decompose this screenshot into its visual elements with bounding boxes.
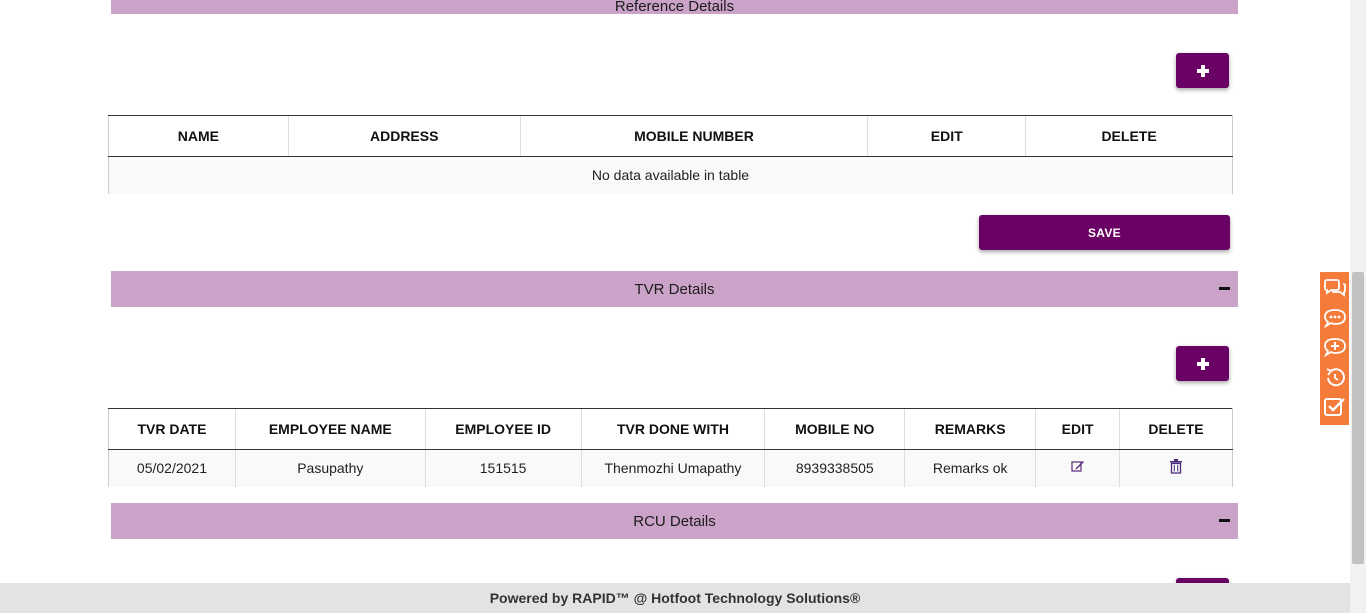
column-header-employee-name[interactable]: EMPLOYEE NAME [234,408,426,450]
column-header-name[interactable]: NAME [108,115,289,157]
cell-mobile-no: 8939338505 [764,449,905,487]
empty-table-message: No data available in table [108,156,1233,194]
reference-section-header[interactable]: Reference Details [111,0,1238,15]
cell-employee-name: Pasupathy [234,449,426,487]
column-header-delete[interactable]: DELETE [1119,408,1233,450]
cell-employee-id: 151515 [424,449,582,487]
column-header-mobile-no[interactable]: MOBILE NO [764,408,905,450]
cell-remarks: Remarks ok [904,449,1036,487]
comments-icon[interactable] [1322,277,1348,303]
edit-icon[interactable] [1070,460,1085,473]
rcu-section-title: RCU Details [633,512,716,530]
trash-icon[interactable] [1170,459,1183,474]
cell-tvr-date: 05/02/2021 [108,449,236,487]
column-header-edit[interactable]: EDIT [1035,408,1120,450]
tvr-section-title: TVR Details [634,280,715,298]
rcu-section-header[interactable]: RCU Details [111,503,1238,539]
column-header-delete[interactable]: DELETE [1025,115,1233,157]
scrollbar-thumb[interactable] [1352,272,1364,564]
cell-tvr-done-with: Thenmozhi Umapathy [580,449,765,487]
add-tvr-button[interactable] [1176,346,1229,381]
table-row: No data available in table [108,156,1233,194]
cell-delete [1119,449,1233,487]
column-header-tvr-done-with[interactable]: TVR DONE WITH [580,408,765,450]
plus-icon [1196,64,1209,77]
footer-text: Powered by RAPID™ @ Hotfoot Technology S… [489,590,861,606]
side-toolbar [1320,272,1349,425]
checklist-icon[interactable] [1322,394,1348,420]
table-row: 05/02/2021 Pasupathy 151515 Thenmozhi Um… [108,449,1233,487]
chat-bubble-icon[interactable] [1322,306,1348,332]
reference-section-title: Reference Details [614,0,735,15]
tvr-table: TVR DATE EMPLOYEE NAME EMPLOYEE ID TVR D… [108,408,1233,487]
collapse-icon[interactable] [1218,281,1230,295]
reference-table-header-row: NAME ADDRESS MOBILE NUMBER EDIT DELETE [108,115,1233,157]
column-header-remarks[interactable]: REMARKS [904,408,1036,450]
footer: Powered by RAPID™ @ Hotfoot Technology S… [0,583,1350,613]
collapse-icon[interactable] [1218,513,1230,527]
column-header-mobile-number[interactable]: MOBILE NUMBER [519,115,868,157]
column-header-address[interactable]: ADDRESS [287,115,521,157]
plus-icon [1196,357,1209,370]
tvr-section-header[interactable]: TVR Details [111,271,1238,307]
save-button[interactable]: SAVE [979,215,1230,250]
add-reference-button[interactable] [1176,53,1229,88]
add-comment-icon[interactable] [1322,335,1348,361]
cell-edit [1035,449,1120,487]
column-header-employee-id[interactable]: EMPLOYEE ID [424,408,582,450]
reference-table: NAME ADDRESS MOBILE NUMBER EDIT DELETE N… [108,115,1233,194]
column-header-tvr-date[interactable]: TVR DATE [108,408,236,450]
column-header-edit[interactable]: EDIT [867,115,1026,157]
tvr-table-header-row: TVR DATE EMPLOYEE NAME EMPLOYEE ID TVR D… [108,408,1233,450]
history-icon[interactable] [1322,365,1348,391]
